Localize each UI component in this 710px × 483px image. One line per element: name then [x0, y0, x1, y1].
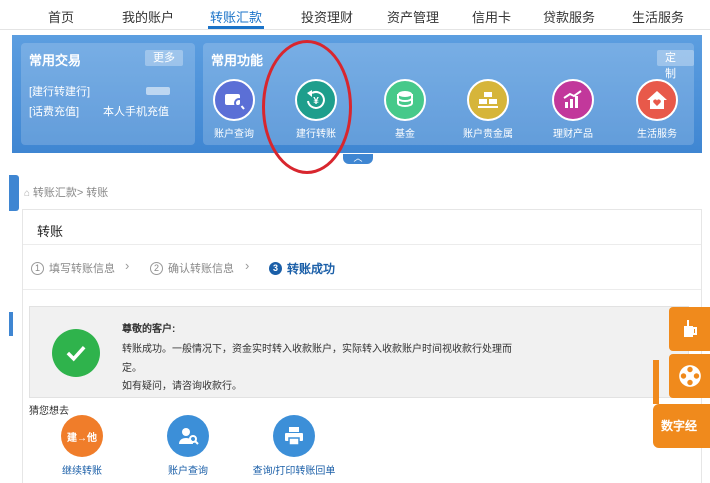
- function-label: 生活服务: [637, 129, 677, 140]
- chevron-right-icon: ›: [125, 258, 130, 273]
- continue-transfer-badge: 建→他: [67, 432, 97, 444]
- chart-bag-icon: [552, 79, 594, 121]
- float-cup-button[interactable]: [669, 307, 710, 351]
- step-confirm-info: 2 确认转账信息: [150, 260, 234, 276]
- message-line-1: 转账成功。一般情况下，资金实时转入收款账户，实际转入收款账户时间视收款行处理而: [122, 344, 512, 355]
- printer-icon: [273, 415, 315, 457]
- gold-bars-icon: [467, 79, 509, 121]
- common-functions-title: 常用功能: [211, 53, 264, 68]
- function-label: 理财产品: [553, 129, 593, 140]
- nav-item-credit-card[interactable]: 信用卡: [472, 7, 511, 26]
- divider: [23, 289, 701, 290]
- divider: [23, 244, 701, 245]
- nav-item-loan[interactable]: 贷款服务: [543, 7, 595, 26]
- suggestion-label: 账户查询: [168, 466, 208, 477]
- continue-transfer-icon: 建→他: [61, 415, 103, 457]
- side-marker: [9, 312, 13, 336]
- nav-item-transfer[interactable]: 转账汇款: [210, 7, 262, 26]
- suggestion-print-receipt[interactable]: 查询/打印转账回单: [249, 415, 339, 477]
- collapse-banner-toggle[interactable]: ︿: [343, 154, 373, 164]
- function-life-services[interactable]: 生活服务: [617, 79, 697, 140]
- page-title: 转账: [37, 224, 64, 239]
- masked-value: [146, 87, 170, 95]
- step-transfer-success: 3 转账成功: [269, 260, 335, 277]
- success-message-box: 尊敬的客户: 转账成功。一般情况下，资金实时转入收款账户，实际转入收款账户时间视…: [29, 306, 689, 398]
- digital-tab-edge: [653, 360, 659, 404]
- step-label: 转账成功: [287, 262, 336, 276]
- quick-link-phone-topup-value[interactable]: 本人手机充值: [103, 103, 169, 119]
- side-expand-tab[interactable]: [9, 175, 19, 211]
- account-query-icon: [213, 79, 255, 121]
- function-fund[interactable]: 基金: [365, 79, 445, 140]
- nav-active-indicator: [208, 26, 264, 29]
- nav-item-life-services[interactable]: 生活服务: [632, 7, 684, 26]
- more-button[interactable]: 更多: [145, 50, 183, 66]
- float-film-button[interactable]: [669, 354, 710, 398]
- message-greeting: 尊敬的客户:: [122, 324, 176, 335]
- drink-icon: [683, 320, 697, 337]
- quick-transactions-title: 常用交易: [29, 53, 82, 68]
- coins-icon: [384, 79, 426, 121]
- transfer-result-card: 转账 1 填写转账信息 › 2 确认转账信息 › 3 转账成功 尊敬的客户: 转…: [22, 209, 702, 483]
- user-search-icon: [167, 415, 209, 457]
- customize-button[interactable]: 定制: [657, 50, 694, 80]
- nav-item-investment[interactable]: 投资理财: [301, 7, 353, 26]
- home-icon[interactable]: ⌂: [24, 188, 33, 199]
- function-label: 账户贵金属: [463, 129, 513, 140]
- suggestion-label: 查询/打印转账回单: [252, 466, 336, 477]
- function-label: 基金: [395, 129, 415, 140]
- breadcrumb: ⌂ 转账汇款> 转账: [24, 184, 108, 200]
- quick-transactions-panel: 常用交易 更多 [建行转建行] [话费充值] 本人手机充值: [21, 43, 195, 145]
- quick-link-phone-topup[interactable]: [话费充值]: [29, 103, 79, 119]
- success-check-icon: [52, 329, 100, 377]
- quick-link-ccb-transfer[interactable]: [建行转建行]: [29, 83, 90, 99]
- message-line-3: 如有疑问，请咨询收款行。: [122, 381, 242, 392]
- function-label: 账户查询: [214, 129, 254, 140]
- function-wealth-products[interactable]: 理财产品: [533, 79, 613, 140]
- function-precious-metals[interactable]: 账户贵金属: [448, 79, 528, 140]
- chevron-right-icon: ›: [245, 258, 250, 273]
- suggestion-label: 继续转账: [62, 466, 102, 477]
- highlight-annotation: [262, 40, 352, 174]
- step-number: 3: [269, 262, 282, 275]
- functions-banner: 常用交易 更多 [建行转建行] [话费充值] 本人手机充值 常用功能 定制 账户…: [12, 35, 702, 153]
- breadcrumb-text[interactable]: 转账汇款> 转账: [33, 187, 108, 199]
- nav-item-home[interactable]: 首页: [48, 7, 74, 26]
- digital-service-tab[interactable]: 数字经: [653, 404, 710, 448]
- nav-item-my-account[interactable]: 我的账户: [122, 7, 174, 26]
- suggestion-account-query[interactable]: 账户查询: [143, 415, 233, 477]
- step-label: 填写转账信息: [49, 263, 115, 275]
- step-number: 2: [150, 261, 163, 275]
- top-nav: 首页 我的账户 转账汇款 投资理财 资产管理 信用卡 贷款服务 生活服务: [0, 0, 710, 30]
- message-line-2: 定。: [122, 363, 142, 374]
- step-fill-info: 1 填写转账信息: [31, 260, 115, 276]
- nav-item-asset-management[interactable]: 资产管理: [387, 7, 439, 26]
- step-label: 确认转账信息: [168, 263, 234, 275]
- suggestion-continue-transfer[interactable]: 建→他 继续转账: [37, 415, 127, 477]
- house-heart-icon: [636, 79, 678, 121]
- film-reel-icon: [678, 365, 701, 387]
- step-number: 1: [31, 261, 44, 275]
